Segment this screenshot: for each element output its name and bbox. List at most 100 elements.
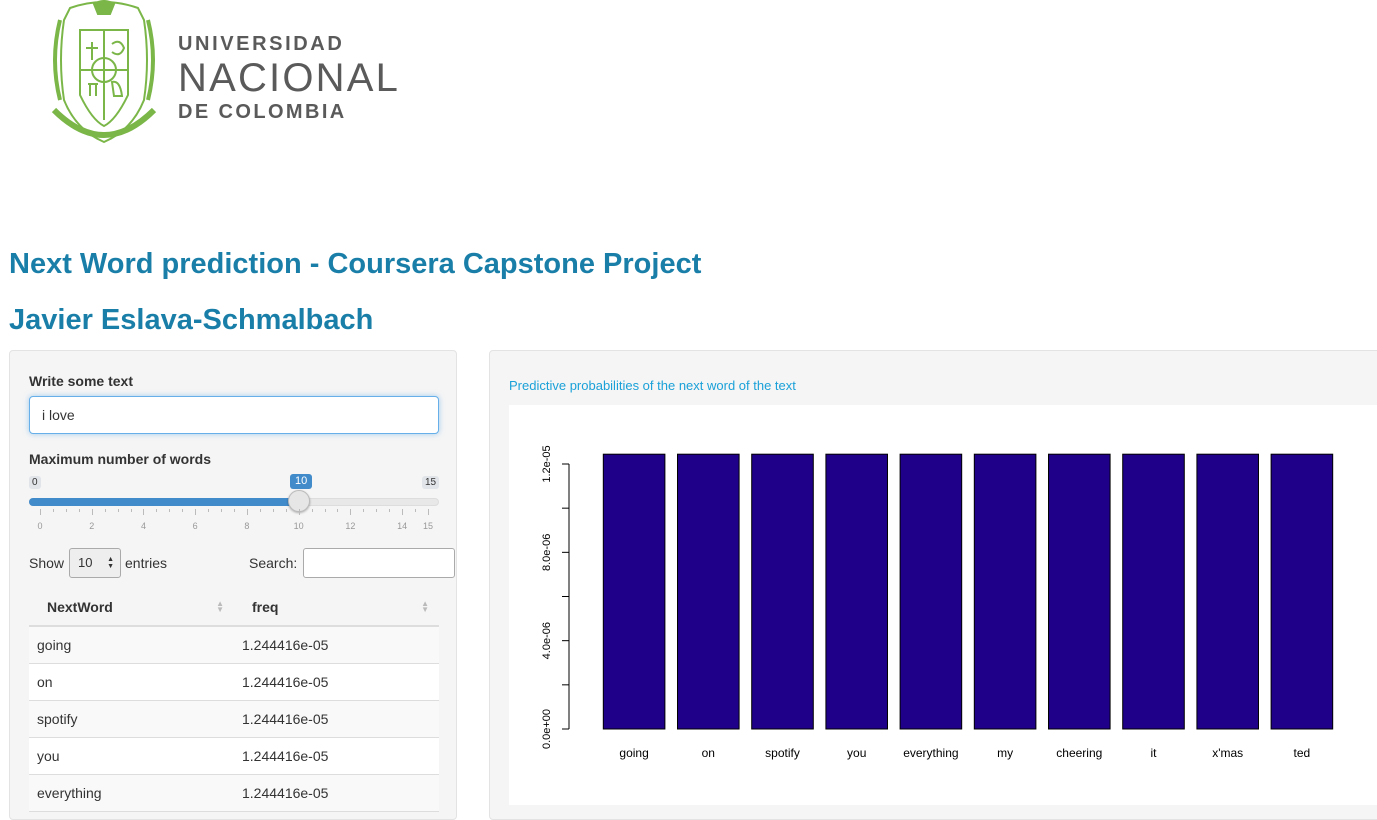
slider-tick bbox=[91, 509, 93, 515]
chart-bar bbox=[899, 453, 963, 730]
show-label: Show bbox=[29, 555, 65, 571]
table-row: going 1.244416e-05 bbox=[29, 626, 439, 664]
text-input-label: Write some text bbox=[29, 373, 133, 389]
sidebar-panel: Write some text Maximum number of words … bbox=[9, 350, 457, 820]
chart-bar bbox=[1122, 453, 1185, 730]
slider-fill bbox=[29, 498, 299, 506]
page-author: Javier Eslava-Schmalbach bbox=[9, 304, 374, 336]
slider-tick bbox=[389, 509, 391, 512]
page-length-value: 10 bbox=[78, 555, 93, 570]
cell-freq: 1.244416e-05 bbox=[234, 774, 439, 812]
table-row: on 1.244416e-05 bbox=[29, 663, 439, 701]
cell-nextword: going bbox=[29, 626, 234, 664]
cell-freq: 1.244416e-05 bbox=[234, 626, 439, 664]
slider-tick bbox=[259, 509, 261, 512]
sort-icon: ▲ ▼ bbox=[421, 599, 429, 614]
chart-bar bbox=[973, 453, 1037, 730]
cell-nextword: on bbox=[29, 663, 234, 701]
main-panel: Predictive probabilities of the next wor… bbox=[489, 350, 1377, 820]
slider-tick-label: 2 bbox=[89, 521, 95, 531]
slider-tick bbox=[234, 509, 235, 512]
slider-tick bbox=[363, 509, 365, 512]
column-header-freq[interactable]: freq ▲ ▼ bbox=[234, 589, 439, 627]
logo-line-2: NACIONAL bbox=[178, 56, 401, 100]
cell-nextword: everything bbox=[29, 774, 234, 812]
slider-tick bbox=[195, 509, 197, 515]
slider-tick bbox=[221, 509, 223, 512]
slider-tick bbox=[285, 509, 287, 512]
chart-bar bbox=[602, 453, 666, 730]
chart-bar bbox=[751, 453, 814, 730]
search-input[interactable] bbox=[303, 548, 455, 578]
slider-tick bbox=[143, 509, 145, 515]
plot-title: Predictive probabilities of the next wor… bbox=[509, 378, 796, 393]
column-header-nextword[interactable]: NextWord ▲ ▼ bbox=[29, 589, 234, 627]
cell-freq: 1.244416e-05 bbox=[234, 737, 439, 775]
slider-tick bbox=[40, 509, 41, 515]
university-logo: UNIVERSIDAD NACIONAL DE COLOMBIA bbox=[40, 0, 410, 150]
chart-bar bbox=[825, 453, 888, 730]
cell-nextword: you bbox=[29, 737, 234, 775]
chart-x-label: on bbox=[702, 746, 715, 760]
slider-label: Maximum number of words bbox=[29, 451, 212, 467]
slider-tick bbox=[169, 509, 171, 512]
slider-max-label: 15 bbox=[422, 476, 440, 489]
slider-tick bbox=[311, 509, 313, 512]
logo-line-3: DE COLOMBIA bbox=[178, 101, 347, 123]
slider-tick bbox=[117, 509, 119, 512]
chart-bar bbox=[677, 453, 740, 730]
slider-tick bbox=[324, 509, 326, 512]
chart-bar bbox=[1048, 453, 1111, 730]
slider-tick-label: 12 bbox=[345, 521, 356, 531]
slider-tick-label: 6 bbox=[192, 521, 198, 531]
slider-tick bbox=[428, 509, 429, 515]
chart-x-label: going bbox=[619, 746, 648, 760]
logo-line-1: UNIVERSIDAD bbox=[178, 33, 345, 55]
chart-x-label: x'mas bbox=[1212, 746, 1243, 760]
slider-tick bbox=[350, 509, 352, 515]
cell-freq: 1.244416e-05 bbox=[234, 700, 439, 738]
slider-tick bbox=[78, 509, 80, 512]
slider-tick bbox=[402, 509, 404, 515]
page-length-select[interactable]: 10 ▲ ▼ bbox=[69, 548, 121, 578]
column-header-label: NextWord bbox=[47, 599, 113, 615]
slider-tick bbox=[130, 509, 132, 512]
slider-tick bbox=[415, 509, 417, 512]
slider-tick bbox=[65, 509, 67, 512]
table-row: everything 1.244416e-05 bbox=[29, 774, 439, 812]
table-row: spotify 1.244416e-05 bbox=[29, 700, 439, 738]
text-input[interactable] bbox=[29, 396, 439, 434]
slider-tick bbox=[156, 509, 158, 512]
slider-tick-label: 15 bbox=[422, 521, 434, 531]
chart-x-label: my bbox=[997, 746, 1013, 760]
logo-wordmark: UNIVERSIDAD NACIONAL DE COLOMBIA bbox=[178, 34, 400, 122]
sort-icon: ▲ ▼ bbox=[216, 599, 224, 614]
slider-tick-label: 10 bbox=[293, 521, 304, 531]
slider-tick bbox=[337, 509, 339, 512]
select-arrows-icon: ▲ ▼ bbox=[107, 556, 114, 570]
chart-x-label: it bbox=[1151, 746, 1158, 760]
slider-tick-label: 8 bbox=[244, 521, 250, 531]
chart-x-label: ted bbox=[1294, 746, 1311, 760]
slider-tick bbox=[52, 509, 54, 512]
slider-min-label: 0 bbox=[29, 476, 41, 489]
slider-tick bbox=[182, 509, 184, 512]
slider-tick bbox=[104, 509, 106, 512]
slider-tick bbox=[298, 509, 300, 515]
slider-tick-label: 0 bbox=[37, 521, 43, 531]
chart-x-label: you bbox=[847, 746, 866, 760]
chart-x-label: cheering bbox=[1056, 746, 1102, 760]
page-title: Next Word prediction - Coursera Capstone… bbox=[9, 248, 702, 280]
chart-bar bbox=[1270, 453, 1334, 730]
chart-y-tick-label: 0.0e+00 bbox=[541, 709, 553, 749]
search-label: Search: bbox=[249, 555, 298, 571]
bar-chart: going on spotify you everything my cheering it x… bbox=[509, 405, 1377, 805]
crest-icon bbox=[51, 0, 157, 144]
chart-bar bbox=[1196, 453, 1259, 730]
slider-tick bbox=[246, 509, 248, 515]
slider-tick-label: 14 bbox=[397, 521, 408, 531]
chart-y-tick-label: 1.2e-05 bbox=[541, 445, 553, 482]
slider-tick bbox=[376, 509, 378, 512]
chart-y-tick-label: 4.0e-06 bbox=[541, 622, 553, 659]
slider-tick bbox=[208, 509, 210, 512]
